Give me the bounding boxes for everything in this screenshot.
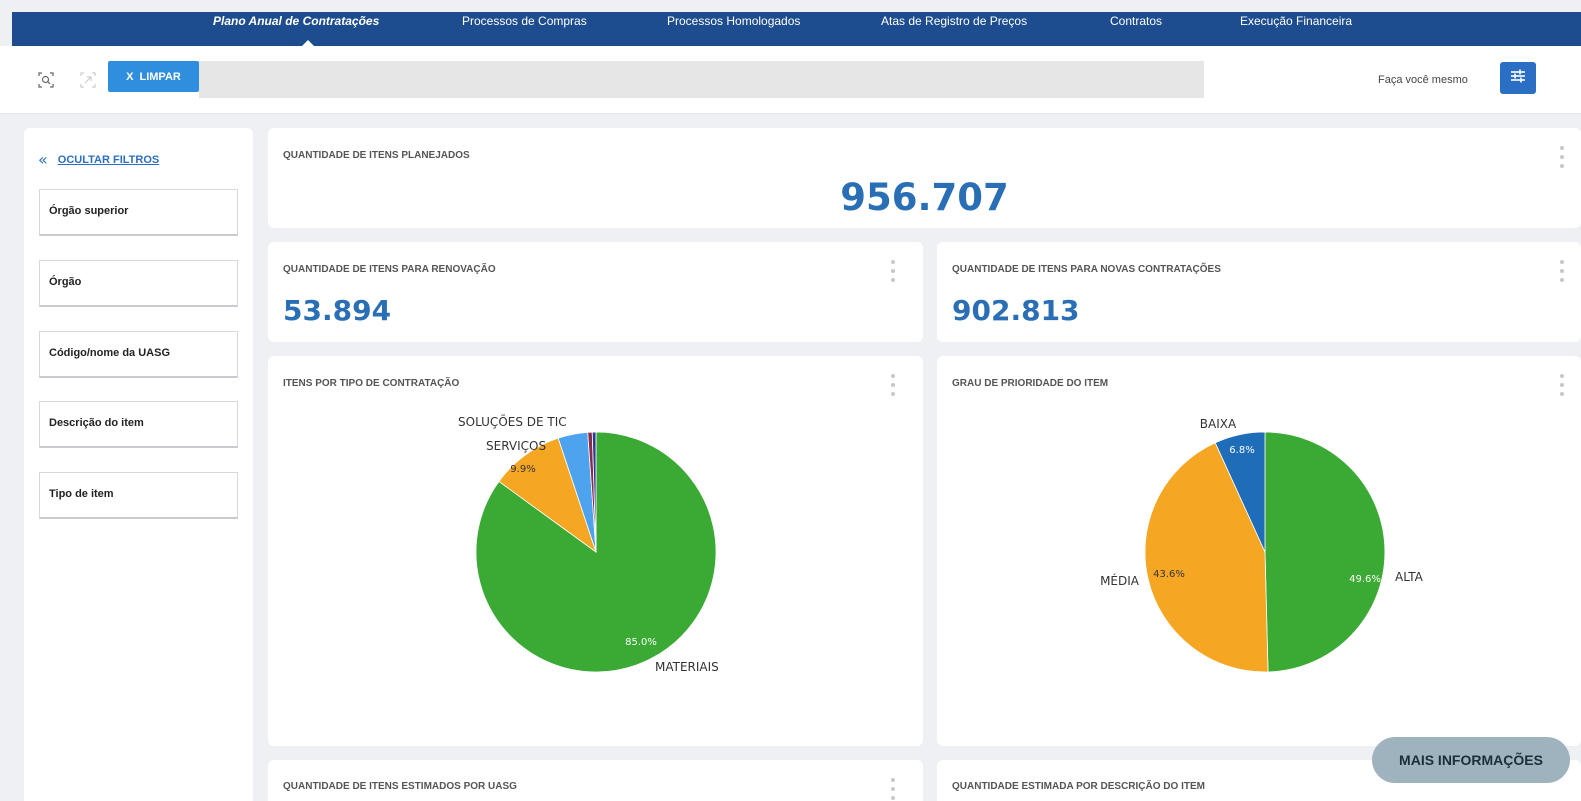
nav-execucao-financeira[interactable]: Execução Financeira: [1240, 12, 1352, 32]
clear-label: LIMPAR: [139, 70, 181, 83]
card-title: QUANTIDADE DE ITENS PLANEJADOS: [283, 150, 470, 161]
kpi-new-card: QUANTIDADE DE ITENS PARA NOVAS CONTRATAÇ…: [937, 242, 1581, 342]
nav-plano-anual[interactable]: Plano Anual de Contratações: [213, 12, 379, 32]
diy-button[interactable]: [1500, 62, 1536, 94]
slice-value-label: 49.6%: [1349, 574, 1381, 585]
kpi-new-value: 902.813: [952, 294, 1080, 327]
chart-card-prioridade: GRAU DE PRIORIDADE DO ITEM 49.6% ALTA 43.6…: [937, 356, 1581, 746]
nav-atas-registro-precos[interactable]: Atas de Registro de Preços: [881, 12, 1027, 32]
more-options-icon[interactable]: [1559, 146, 1565, 168]
slice-category-label: ALTA: [1395, 570, 1424, 584]
slice-value-label: 6.8%: [1229, 445, 1254, 456]
hide-filters-label: OCULTAR FILTROS: [57, 153, 160, 166]
slice-value-label: 9.9%: [510, 464, 535, 475]
pie-chart-tipo-contratacao[interactable]: 85.0% MATERIAIS 9.9% SERVIÇOS SOLUÇÕES DE TI…: [268, 356, 923, 746]
slice-category-label: SOLUÇÕES DE TIC: [458, 414, 567, 429]
chart-card-tipo-contratacao: ITENS POR TIPO DE CONTRATAÇÃO 85.0% MATER…: [268, 356, 923, 746]
slice-category-label: MATERIAIS: [655, 660, 719, 674]
filter-uasg[interactable]: Código/nome da UASG: [39, 331, 238, 378]
smart-search-icon[interactable]: [38, 72, 54, 88]
clear-selections-button[interactable]: X LIMPAR: [108, 61, 199, 92]
filter-label: Código/nome da UASG: [49, 347, 170, 359]
filter-settings-icon: [1509, 68, 1527, 88]
kpi-total-value: 956.707: [840, 176, 1009, 219]
filter-tipo-item[interactable]: Tipo de item: [39, 472, 238, 519]
more-options-icon[interactable]: [890, 778, 896, 800]
slice-category-label: MÉDIA: [1100, 573, 1140, 588]
nav-processos-compras[interactable]: Processos de Compras: [462, 12, 587, 32]
slice-category-label: SERVIÇOS: [486, 439, 546, 453]
more-options-icon[interactable]: [890, 260, 896, 282]
chart-card-itens-por-uasg: QUANTIDADE DE ITENS ESTIMADOS POR UASG: [268, 760, 923, 801]
card-title: QUANTIDADE DE ITENS ESTIMADOS POR UASG: [283, 781, 517, 792]
kpi-total-card: QUANTIDADE DE ITENS PLANEJADOS 956.707: [268, 128, 1581, 228]
close-icon: X: [126, 70, 134, 83]
hide-filters-link[interactable]: « OCULTAR FILTROS: [38, 150, 159, 169]
slice-category-label: BAIXA: [1200, 417, 1237, 431]
more-info-button[interactable]: MAIS INFORMAÇÕES: [1372, 737, 1570, 783]
filter-label: Tipo de item: [49, 488, 114, 500]
filter-label: Órgão: [49, 276, 82, 288]
pie-slice-alta[interactable]: [1264, 431, 1386, 673]
kpi-renewal-value: 53.894: [283, 294, 392, 327]
double-chevron-left-icon: «: [38, 150, 48, 169]
pie-chart-prioridade[interactable]: 49.6% ALTA 43.6% MÉDIA 6.8% BAIXA: [937, 356, 1581, 746]
slice-value-label: 85.0%: [625, 637, 657, 648]
selections-tool-icon[interactable]: [80, 72, 96, 88]
slice-value-label: 43.6%: [1153, 569, 1185, 580]
card-title: QUANTIDADE DE ITENS PARA NOVAS CONTRATAÇ…: [952, 264, 1221, 275]
selection-toolbar: X LIMPAR Faça você mesmo: [0, 46, 1581, 114]
filter-label: Descrição do item: [49, 417, 144, 429]
filter-orgao-superior[interactable]: Órgão superior: [39, 189, 238, 236]
filters-panel: « OCULTAR FILTROS Órgão superior Órgão C…: [24, 128, 253, 801]
more-options-icon[interactable]: [1559, 260, 1565, 282]
filter-label: Órgão superior: [49, 205, 129, 217]
card-title: QUANTIDADE ESTIMADA POR DESCRIÇÃO DO ITE…: [952, 781, 1205, 792]
diy-label: Faça você mesmo: [1378, 74, 1468, 86]
nav-processos-homologados[interactable]: Processos Homologados: [667, 12, 800, 32]
nav-contratos[interactable]: Contratos: [1110, 12, 1162, 32]
filter-descricao-item[interactable]: Descrição do item: [39, 401, 238, 448]
filter-orgao[interactable]: Órgão: [39, 260, 238, 307]
current-selections-bar[interactable]: [199, 61, 1204, 98]
top-navigation: Plano Anual de Contratações Processos de…: [12, 12, 1581, 46]
card-title: QUANTIDADE DE ITENS PARA RENOVAÇÃO: [283, 264, 496, 275]
kpi-renewal-card: QUANTIDADE DE ITENS PARA RENOVAÇÃO 53.89…: [268, 242, 923, 342]
